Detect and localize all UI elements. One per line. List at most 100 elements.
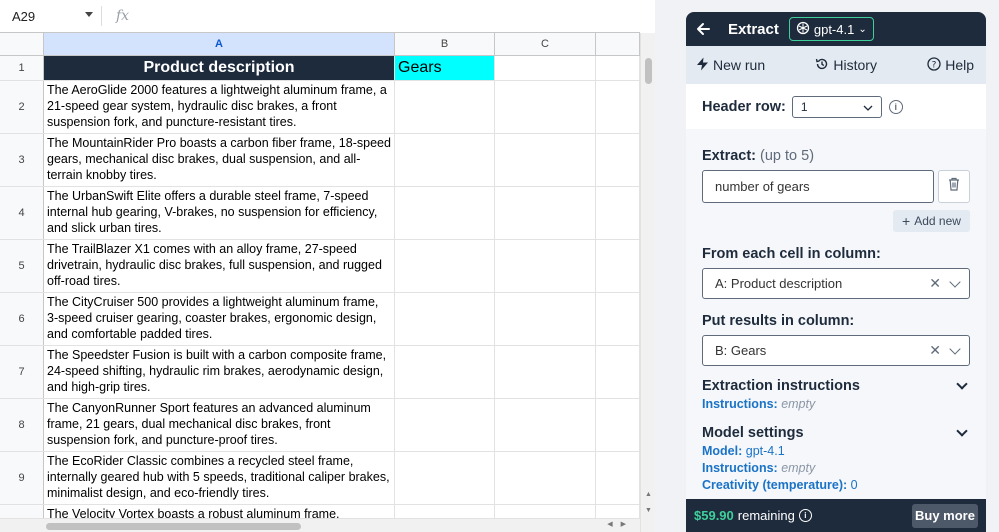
extract-panel: Extract gpt-4.1 ⌄ New run History ? Help… xyxy=(686,12,986,532)
row-number[interactable]: 2 xyxy=(0,81,44,133)
scroll-arrows-icon[interactable]: ◀▶ xyxy=(607,520,634,528)
table-row: 8 The CanyonRunner Sport features an adv… xyxy=(0,399,640,452)
select-value: 1 xyxy=(800,99,808,114)
back-arrow-icon[interactable] xyxy=(694,20,712,38)
cell[interactable] xyxy=(495,187,596,239)
horizontal-scrollbar[interactable]: ◀▶ xyxy=(0,518,640,532)
cell[interactable]: The CityCruiser 500 provides a lightweig… xyxy=(44,293,395,345)
source-column-select[interactable]: A: Product description ✕ xyxy=(702,268,970,299)
scroll-thumb[interactable] xyxy=(46,523,301,530)
cell[interactable] xyxy=(495,81,596,133)
tab-history[interactable]: History xyxy=(815,57,877,74)
plus-icon: + xyxy=(902,213,911,229)
cell[interactable] xyxy=(596,240,640,292)
add-new-button[interactable]: + Add new xyxy=(893,210,970,232)
column-header-a[interactable]: A xyxy=(44,33,395,56)
label-subtext: (up to 5) xyxy=(760,148,815,164)
header-row-select[interactable]: 1 xyxy=(791,95,882,118)
clear-icon[interactable]: ✕ xyxy=(929,275,941,292)
cell[interactable] xyxy=(596,399,640,451)
model-selector[interactable]: gpt-4.1 ⌄ xyxy=(788,17,874,41)
cell[interactable]: The CanyonRunner Sport features an advan… xyxy=(44,399,395,451)
name-box[interactable]: A29 xyxy=(0,0,101,33)
chevron-down-icon xyxy=(949,342,961,355)
scroll-up-arrow-icon[interactable]: ▲ xyxy=(645,491,652,498)
cell[interactable]: The TrailBlazer X1 comes with an alloy f… xyxy=(44,240,395,292)
tab-help[interactable]: ? Help xyxy=(927,56,974,74)
cell[interactable] xyxy=(395,293,495,345)
select-all-corner[interactable] xyxy=(0,33,44,56)
cell[interactable] xyxy=(495,293,596,345)
cell[interactable] xyxy=(495,346,596,398)
column-header-d[interactable] xyxy=(596,33,640,56)
cell[interactable] xyxy=(596,134,640,186)
chevron-down-icon: ⌄ xyxy=(858,23,867,35)
cell[interactable] xyxy=(596,452,640,504)
buy-more-button[interactable]: Buy more xyxy=(912,503,978,528)
tab-new-run[interactable]: New run xyxy=(696,57,765,74)
cell[interactable] xyxy=(596,293,640,345)
cell[interactable] xyxy=(596,81,640,133)
cell[interactable]: The AeroGlide 2000 features a lightweigh… xyxy=(44,81,395,133)
creativity-summary: Creativity (temperature): 0 xyxy=(702,478,970,492)
extraction-instructions-toggle[interactable]: Extraction instructions xyxy=(702,378,970,394)
chevron-down-icon xyxy=(956,425,968,437)
spreadsheet: A29 fx A B C 1 Product description Gears… xyxy=(0,0,655,532)
chevron-down-icon xyxy=(949,275,961,288)
label-text: Extract: xyxy=(702,148,756,164)
row-number[interactable]: 8 xyxy=(0,399,44,451)
result-column-select[interactable]: B: Gears ✕ xyxy=(702,335,970,366)
cell[interactable] xyxy=(495,240,596,292)
credit-label: remaining xyxy=(737,508,795,523)
cell[interactable]: The EcoRider Classic combines a recycled… xyxy=(44,452,395,504)
delete-field-button[interactable] xyxy=(938,170,970,203)
cell[interactable] xyxy=(395,187,495,239)
cell-reference: A29 xyxy=(12,8,36,24)
column-header-b[interactable]: B xyxy=(395,33,495,56)
cell[interactable] xyxy=(495,452,596,504)
panel-header: Extract gpt-4.1 ⌄ xyxy=(686,12,986,46)
model-name: gpt-4.1 xyxy=(813,21,855,37)
cell[interactable] xyxy=(395,81,495,133)
result-column-label: Put results in column: xyxy=(702,313,855,329)
column-headers: A B C xyxy=(0,33,640,56)
clear-icon[interactable]: ✕ xyxy=(929,342,941,359)
cell[interactable] xyxy=(395,399,495,451)
cell[interactable] xyxy=(395,134,495,186)
row-number[interactable]: 6 xyxy=(0,293,44,345)
cell[interactable]: Gears xyxy=(395,56,495,80)
scroll-down-arrow-icon[interactable]: ▼ xyxy=(645,507,652,514)
row-number[interactable]: 7 xyxy=(0,346,44,398)
table-row: 5 The TrailBlazer X1 comes with an alloy… xyxy=(0,240,640,293)
cell[interactable]: The MountainRider Pro boasts a carbon fi… xyxy=(44,134,395,186)
cell[interactable] xyxy=(495,56,596,80)
cell[interactable]: The UrbanSwift Elite offers a durable st… xyxy=(44,187,395,239)
extract-field-input[interactable]: number of gears xyxy=(702,170,934,203)
vertical-scrollbar[interactable]: ▲ ▼ xyxy=(640,33,655,532)
column-header-c[interactable]: C xyxy=(495,33,596,56)
meta-value: gpt-4.1 xyxy=(745,444,785,458)
info-icon[interactable]: i xyxy=(888,99,903,114)
cell[interactable] xyxy=(495,134,596,186)
row-number[interactable]: 1 xyxy=(0,56,44,80)
model-summary: Model: gpt-4.1 xyxy=(702,444,970,458)
row-number[interactable]: 3 xyxy=(0,134,44,186)
model-settings-toggle[interactable]: Model settings xyxy=(702,425,970,441)
row-number[interactable]: 9 xyxy=(0,452,44,504)
cell[interactable] xyxy=(596,187,640,239)
section-title: Model settings xyxy=(702,425,804,441)
meta-key: Model: xyxy=(702,444,743,458)
cell[interactable] xyxy=(495,399,596,451)
cell[interactable] xyxy=(596,56,640,80)
trash-icon xyxy=(948,177,960,196)
cell[interactable] xyxy=(395,346,495,398)
cell[interactable] xyxy=(596,346,640,398)
row-number[interactable]: 4 xyxy=(0,187,44,239)
cell[interactable] xyxy=(395,240,495,292)
row-number[interactable]: 5 xyxy=(0,240,44,292)
scroll-thumb[interactable] xyxy=(645,58,652,84)
cell[interactable]: Product description xyxy=(44,56,395,80)
info-icon[interactable]: i xyxy=(798,509,812,522)
cell[interactable]: The Speedster Fusion is built with a car… xyxy=(44,346,395,398)
cell[interactable] xyxy=(395,452,495,504)
